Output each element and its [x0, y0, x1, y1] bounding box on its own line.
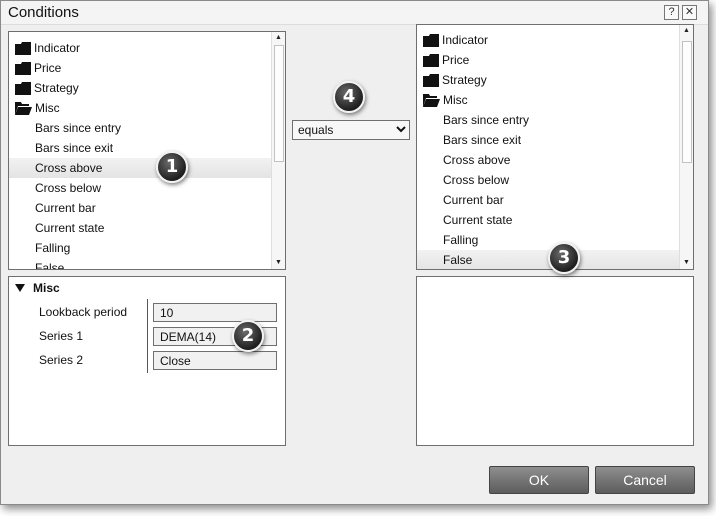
- right-condition-list[interactable]: Indicator Price Strategy Misc Bars since…: [416, 24, 694, 270]
- properties-section-title: Misc: [33, 281, 60, 295]
- property-value-series-2[interactable]: Close: [153, 351, 277, 370]
- folder-closed-icon: [423, 34, 439, 48]
- window-title: Conditions: [8, 4, 79, 21]
- expand-triangle-icon[interactable]: [15, 284, 25, 292]
- scroll-up-icon[interactable]: ▲: [680, 25, 693, 37]
- left-folder-strategy[interactable]: Strategy: [9, 78, 271, 98]
- left-folder-price[interactable]: Price: [9, 58, 271, 78]
- left-folder-misc[interactable]: Misc: [9, 98, 271, 118]
- operator-select[interactable]: equals: [292, 120, 410, 140]
- right-list-scrollbar[interactable]: ▲ ▼: [679, 25, 693, 269]
- right-item-cross-above[interactable]: Cross above: [417, 150, 679, 170]
- right-folder-misc[interactable]: Misc: [417, 90, 679, 110]
- left-item-bars-since-entry[interactable]: Bars since entry: [9, 118, 271, 138]
- right-folder-strategy[interactable]: Strategy: [417, 70, 679, 90]
- folder-label: Strategy: [34, 81, 79, 95]
- property-label-series-2: Series 2: [39, 353, 84, 367]
- folder-open-icon: [423, 94, 440, 108]
- left-condition-list[interactable]: Indicator Price Strategy Misc Bars since…: [8, 31, 286, 270]
- folder-label: Indicator: [34, 41, 81, 55]
- folder-label: Price: [442, 53, 470, 67]
- right-folder-indicator[interactable]: Indicator: [417, 30, 679, 50]
- right-properties-panel: [416, 276, 694, 446]
- left-item-cross-below[interactable]: Cross below: [9, 178, 271, 198]
- folder-closed-icon: [15, 82, 31, 96]
- ok-button[interactable]: OK: [489, 466, 589, 494]
- scroll-down-icon[interactable]: ▼: [680, 257, 693, 269]
- property-divider: [147, 299, 148, 373]
- folder-open-icon: [15, 102, 32, 116]
- close-button[interactable]: ✕: [682, 5, 697, 20]
- right-item-bars-since-entry[interactable]: Bars since entry: [417, 110, 679, 130]
- right-item-falling[interactable]: Falling: [417, 230, 679, 250]
- left-folder-indicator[interactable]: Indicator: [9, 38, 271, 58]
- left-item-false[interactable]: False: [9, 258, 271, 269]
- folder-label: Misc: [35, 101, 60, 115]
- folder-closed-icon: [15, 62, 31, 76]
- right-item-bars-since-exit[interactable]: Bars since exit: [417, 130, 679, 150]
- left-item-cross-above[interactable]: Cross above: [9, 158, 271, 178]
- help-button[interactable]: ?: [664, 5, 679, 20]
- callout-badge-4: 4: [333, 81, 365, 113]
- callout-badge-2: 2: [232, 320, 264, 352]
- right-item-current-state[interactable]: Current state: [417, 210, 679, 230]
- operator-value: equals: [298, 123, 334, 137]
- conditions-dialog: Conditions ? ✕ Indicator Price Strategy …: [0, 0, 709, 505]
- right-item-current-bar[interactable]: Current bar: [417, 190, 679, 210]
- folder-label: Price: [34, 61, 62, 75]
- folder-label: Misc: [443, 93, 468, 107]
- property-value-lookback-period[interactable]: 10: [153, 303, 277, 322]
- left-item-current-bar[interactable]: Current bar: [9, 198, 271, 218]
- dropdown-arrow-icon: [396, 126, 406, 133]
- folder-closed-icon: [15, 42, 31, 56]
- title-bar: Conditions ? ✕: [1, 1, 708, 25]
- right-folder-price[interactable]: Price: [417, 50, 679, 70]
- left-list-scrollbar[interactable]: ▲ ▼: [271, 32, 285, 269]
- scroll-thumb[interactable]: [274, 45, 284, 162]
- left-item-bars-since-exit[interactable]: Bars since exit: [9, 138, 271, 158]
- folder-closed-icon: [423, 54, 439, 68]
- folder-label: Strategy: [442, 73, 487, 87]
- callout-badge-1: 1: [156, 151, 188, 183]
- callout-badge-3: 3: [548, 242, 580, 274]
- property-label-lookback-period: Lookback period: [39, 305, 128, 319]
- scroll-thumb[interactable]: [682, 41, 692, 163]
- property-label-series-1: Series 1: [39, 329, 84, 343]
- right-item-cross-below[interactable]: Cross below: [417, 170, 679, 190]
- cancel-button[interactable]: Cancel: [595, 466, 695, 494]
- scroll-down-icon[interactable]: ▼: [272, 257, 285, 269]
- left-item-current-state[interactable]: Current state: [9, 218, 271, 238]
- left-item-falling[interactable]: Falling: [9, 238, 271, 258]
- folder-closed-icon: [423, 74, 439, 88]
- scroll-up-icon[interactable]: ▲: [272, 32, 285, 44]
- folder-label: Indicator: [442, 33, 489, 47]
